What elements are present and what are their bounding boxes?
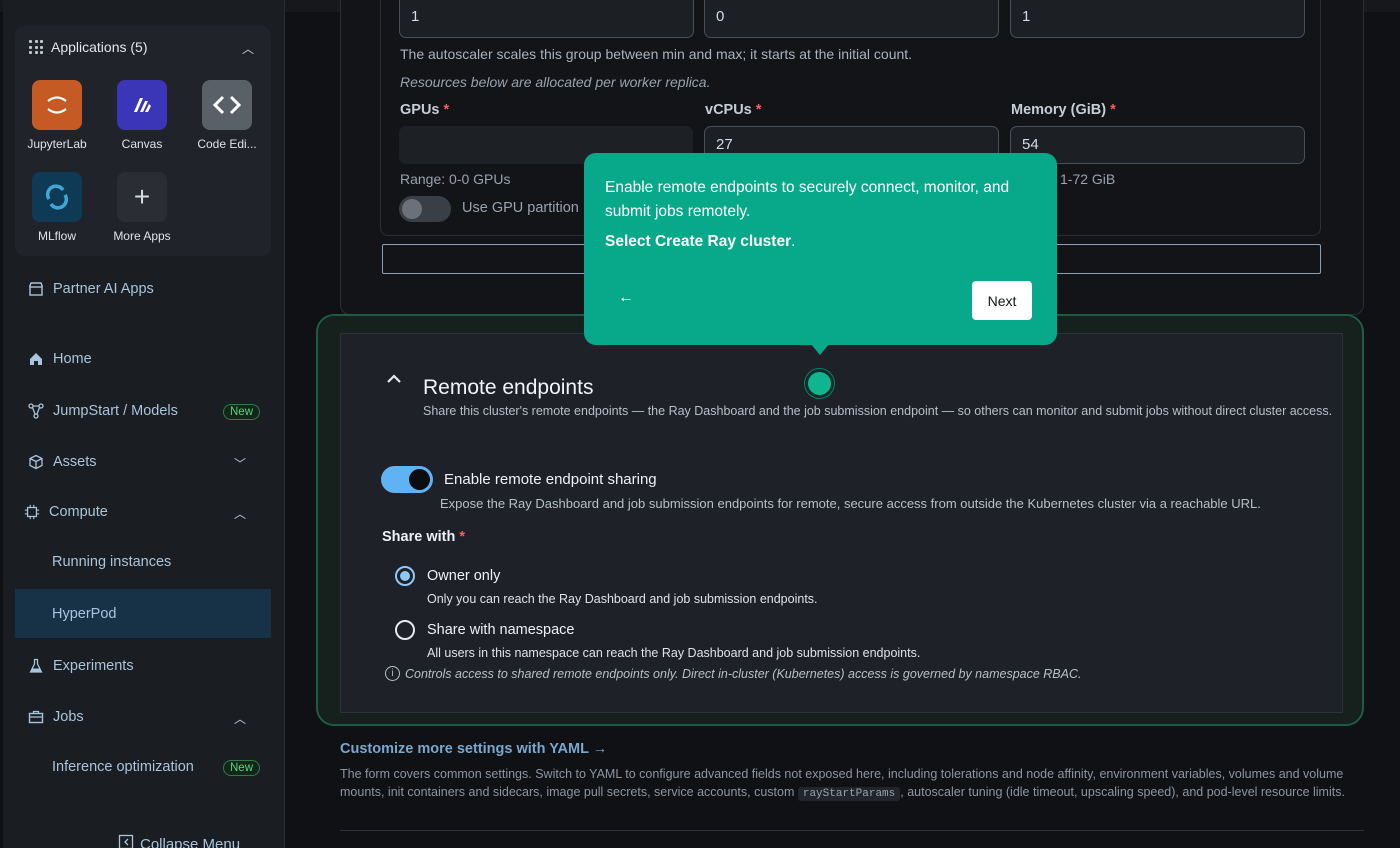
access-info-note: Controls access to shared remote endpoin…: [405, 667, 1082, 681]
applications-title: Applications (5): [51, 39, 148, 55]
plus-icon: +: [117, 172, 167, 222]
sidebar-item-label: Jobs: [53, 709, 84, 725]
resources-note: Resources below are allocated per worker…: [400, 74, 711, 90]
gpus-label: GPUs *: [400, 102, 450, 118]
new-badge: New: [223, 760, 261, 776]
remote-endpoints-title: Remote endpoints: [423, 376, 594, 399]
applications-panel: Applications (5) ︿ JupyterLab Canvas Cod…: [15, 26, 271, 256]
sidebar-item-running-instances[interactable]: Running instances: [52, 554, 171, 570]
mlflow-icon: [32, 172, 82, 222]
sidebar-item-label: JumpStart / Models: [53, 403, 178, 419]
new-badge: New: [223, 404, 261, 420]
models-icon: [28, 403, 44, 419]
customize-yaml-link[interactable]: Customize more settings with YAML →: [340, 741, 607, 757]
sidebar-item-compute[interactable]: Compute: [24, 504, 108, 520]
remote-endpoint-sharing-desc: Expose the Ray Dashboard and job submiss…: [440, 496, 1261, 511]
sidebar-item-label: Experiments: [53, 658, 134, 674]
back-arrow-icon[interactable]: ←: [618, 289, 634, 307]
tour-beacon[interactable]: [805, 369, 834, 398]
sidebar-item-assets[interactable]: Assets: [28, 454, 97, 470]
vcpus-label: vCPUs *: [705, 102, 762, 118]
gpu-partition-toggle[interactable]: [399, 196, 451, 222]
autoscaler-note: The autoscaler scales this group between…: [400, 46, 913, 62]
share-with-namespace-label[interactable]: Share with namespace: [427, 622, 575, 638]
initial-replicas-input[interactable]: 0: [704, 0, 999, 38]
share-with-namespace-radio[interactable]: [395, 620, 415, 640]
canvas-icon: [117, 80, 167, 130]
app-label: Canvas: [121, 137, 163, 151]
max-replicas-input[interactable]: 1: [1010, 0, 1305, 38]
app-label: MLflow: [37, 229, 76, 243]
applications-header[interactable]: Applications (5): [29, 39, 148, 55]
home-icon: [28, 351, 44, 367]
store-icon: [28, 281, 44, 297]
owner-only-label[interactable]: Owner only: [427, 568, 500, 584]
tooltip-pointer: [810, 343, 830, 355]
tooltip-text: Enable remote endpoints to securely conn…: [605, 179, 1010, 220]
sidebar-item-jumpstart[interactable]: JumpStart / Models: [28, 403, 178, 419]
tour-tooltip: Enable remote endpoints to securely conn…: [584, 153, 1057, 355]
code-editor-icon: [202, 80, 252, 130]
divider: [340, 830, 1364, 831]
chevron-up-icon[interactable]: ︿: [234, 505, 246, 522]
sidebar-item-label: Compute: [49, 504, 108, 520]
app-code-editor[interactable]: Code Edi...: [187, 80, 267, 151]
collapse-icon: [118, 834, 134, 848]
min-replicas-input[interactable]: 1: [399, 0, 694, 38]
share-with-namespace-desc: All users in this namespace can reach th…: [427, 646, 921, 660]
chip-icon: [24, 504, 40, 520]
sidebar-item-jobs[interactable]: Jobs: [28, 709, 84, 725]
flask-icon: [28, 658, 44, 674]
briefcase-icon: [28, 709, 44, 725]
grid-icon: [29, 40, 43, 54]
sidebar-item-inference-optimization[interactable]: Inference optimization: [52, 759, 194, 775]
chevron-up-icon[interactable]: ︿: [234, 710, 246, 727]
app-canvas[interactable]: Canvas: [102, 80, 182, 151]
app-more-apps[interactable]: + More Apps: [102, 172, 182, 243]
chevron-up-icon[interactable]: ︿: [242, 40, 254, 57]
owner-only-radio[interactable]: [395, 566, 415, 586]
remote-endpoint-sharing-toggle[interactable]: [381, 466, 433, 493]
next-button[interactable]: Next: [972, 281, 1032, 320]
sidebar-item-label: Partner AI Apps: [53, 281, 154, 297]
app-label: More Apps: [113, 229, 171, 243]
remote-endpoints-description: Share this cluster's remote endpoints — …: [423, 404, 1333, 418]
sidebar-item-label: Home: [53, 351, 92, 367]
memory-label: Memory (GiB) *: [1011, 102, 1116, 118]
cube-icon: [28, 454, 44, 470]
sidebar-item-experiments[interactable]: Experiments: [28, 658, 134, 674]
sidebar-item-partner-ai-apps[interactable]: Partner AI Apps: [28, 281, 154, 297]
app-jupyterlab[interactable]: JupyterLab: [17, 80, 97, 151]
yaml-description: The form covers common settings. Switch …: [340, 767, 1345, 801]
tooltip-instruction: Select Create Ray cluster.: [605, 233, 796, 250]
memory-range-hint: 1-72 GiB: [1060, 171, 1116, 187]
app-label: Code Edi...: [197, 137, 257, 151]
gpu-range-hint: Range: 0-0 GPUs: [400, 171, 511, 187]
sidebar-item-label: Assets: [53, 454, 97, 470]
app-label: JupyterLab: [27, 137, 87, 151]
chevron-down-icon[interactable]: ﹀: [234, 455, 246, 472]
share-with-label: Share with *: [382, 529, 466, 545]
ray-start-params-code: rayStartParams: [797, 787, 901, 801]
remote-endpoint-sharing-label: Enable remote endpoint sharing: [444, 471, 657, 488]
gpu-partition-label: Use GPU partition: [462, 200, 579, 216]
owner-only-desc: Only you can reach the Ray Dashboard and…: [427, 592, 818, 606]
app-mlflow[interactable]: MLflow: [17, 172, 97, 243]
sidebar-item-home[interactable]: Home: [28, 351, 92, 367]
collapse-menu-button[interactable]: Collapse Menu: [118, 834, 240, 848]
jupyter-icon: [32, 80, 82, 130]
chevron-up-icon[interactable]: [386, 372, 402, 390]
info-icon: i: [385, 666, 400, 681]
sidebar-item-hyperpod[interactable]: HyperPod: [52, 606, 116, 622]
collapse-menu-label: Collapse Menu: [140, 835, 241, 848]
